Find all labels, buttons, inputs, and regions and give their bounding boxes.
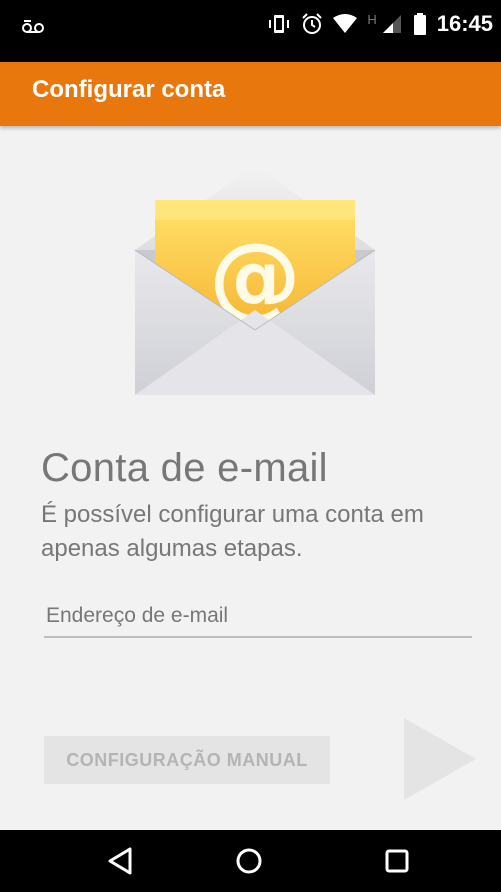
email-envelope-icon: @ xyxy=(134,165,376,395)
status-time: 16:45 xyxy=(436,11,493,36)
status-icons: H 16:45 xyxy=(267,11,493,36)
page-subtitle: É possível configurar uma conta em apena… xyxy=(41,501,424,562)
back-icon[interactable] xyxy=(106,846,136,876)
recents-icon[interactable] xyxy=(382,846,412,876)
home-icon[interactable] xyxy=(234,846,264,876)
battery-icon xyxy=(413,13,426,35)
next-arrow-icon xyxy=(404,718,476,800)
signal-icon xyxy=(382,15,401,33)
manual-setup-button[interactable]: CONFIGURAÇÃO MANUAL xyxy=(44,736,330,784)
status-bar: H 16:45 xyxy=(0,0,501,62)
vibrate-icon xyxy=(269,15,290,33)
page-heading: Conta de e-mail xyxy=(41,446,328,490)
nav-bar xyxy=(0,830,501,892)
wifi-icon xyxy=(333,14,358,33)
next-button[interactable] xyxy=(400,714,480,804)
app-bar-title: Configurar conta xyxy=(32,76,226,103)
network-type-label: H xyxy=(367,12,377,27)
app-bar: Configurar conta xyxy=(0,62,501,126)
email-field[interactable] xyxy=(44,596,472,638)
alarm-icon xyxy=(302,13,323,34)
voicemail-icon xyxy=(22,20,44,33)
